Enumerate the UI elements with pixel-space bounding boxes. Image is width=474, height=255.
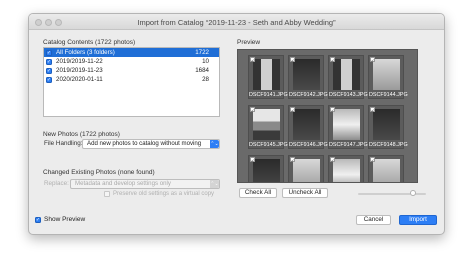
catalog-folder-row[interactable]: ✓ 2019/2019-11-22 10	[44, 57, 219, 66]
folder-checkbox[interactable]: ✓	[46, 49, 52, 56]
photo-thumbnail	[253, 59, 280, 90]
thumbnail-filename: DSCF9146.JPG	[289, 142, 328, 148]
catalog-folder-row[interactable]: ✓ 2019/2019-11-23 1684	[44, 66, 219, 75]
preview-thumbnail-cell[interactable]: ✓ DSCF9144.JPG	[368, 55, 408, 99]
thumbnail-checkbox[interactable]: ✓	[370, 157, 375, 163]
thumbnail-checkbox[interactable]: ✓	[370, 57, 375, 63]
import-button[interactable]: Import	[399, 215, 437, 225]
catalog-contents-heading: Catalog Contents (1722 photos)	[43, 39, 136, 46]
show-preview-option[interactable]: ✓ Show Preview	[35, 216, 85, 223]
folder-count: 1684	[195, 67, 209, 74]
thumbnail-checkbox[interactable]: ✓	[290, 157, 295, 163]
photo-thumbnail	[333, 59, 360, 90]
preview-thumbnail-cell[interactable]: ✓ DSCF9146.JPG	[288, 105, 328, 149]
preview-thumbnail-cell[interactable]: ✓	[368, 155, 404, 182]
changed-photos-heading: Changed Existing Photos (none found)	[43, 169, 155, 176]
preview-thumbnail-cell[interactable]: ✓ DSCF9147.JPG	[328, 105, 368, 149]
folder-count: 1722	[195, 49, 209, 56]
file-handling-value: Add new photos to catalog without moving	[87, 140, 202, 147]
photo-thumbnail	[333, 109, 360, 140]
thumbnail-checkbox[interactable]: ✓	[290, 107, 295, 113]
preview-thumbnail-cell[interactable]: ✓	[248, 155, 284, 182]
photo-thumbnail	[253, 159, 280, 182]
photo-thumbnail	[373, 109, 400, 140]
photo-thumbnail	[373, 159, 400, 182]
preview-thumbnail-cell[interactable]: ✓	[288, 155, 324, 182]
check-all-button[interactable]: Check All	[239, 188, 277, 198]
cancel-button[interactable]: Cancel	[356, 215, 391, 225]
uncheck-all-button[interactable]: Uncheck All	[282, 188, 328, 198]
file-handling-label: File Handling:	[44, 140, 83, 147]
show-preview-label: Show Preview	[44, 216, 86, 223]
replace-value: Metadata and develop settings only	[75, 180, 171, 187]
titlebar: Import from Catalog “2019-11-23 - Seth a…	[29, 14, 444, 30]
thumbnail-size-track[interactable]	[358, 193, 411, 195]
thumbnail-checkbox[interactable]: ✓	[330, 57, 335, 63]
thumbnail-checkbox[interactable]: ✓	[290, 57, 295, 63]
file-handling-select[interactable]: Add new photos to catalog without moving…	[82, 139, 220, 149]
photo-thumbnail	[373, 59, 400, 90]
preview-thumbnail-cell[interactable]: ✓	[328, 155, 364, 182]
preview-thumbnail-cell[interactable]: ✓ DSCF9145.JPG	[248, 105, 288, 149]
thumbnail-checkbox[interactable]: ✓	[250, 157, 255, 163]
folder-checkbox[interactable]: ✓	[46, 67, 52, 74]
import-dialog: Import from Catalog “2019-11-23 - Seth a…	[28, 13, 445, 235]
show-preview-checkbox[interactable]: ✓	[35, 216, 41, 223]
chevron-updown-icon: ⌃⌄	[210, 140, 219, 148]
thumbnail-filename: DSCF9145.JPG	[249, 142, 288, 148]
thumbnail-checkbox[interactable]: ✓	[330, 157, 335, 163]
chevron-updown-icon: ⌃⌄	[210, 180, 219, 188]
folder-checkbox[interactable]: ✓	[46, 76, 52, 83]
catalog-folder-row[interactable]: ✓ All Folders (3 folders) 1722	[44, 48, 219, 57]
thumbnail-filename: DSCF9141.JPG	[249, 92, 288, 98]
thumbnail-checkbox[interactable]: ✓	[370, 107, 375, 113]
catalog-folder-list[interactable]: ✓ All Folders (3 folders) 1722 ✓ 2019/2019-1…	[43, 47, 220, 117]
catalog-folder-row[interactable]: ✓ 2020/2020-01-11 28	[44, 75, 219, 84]
photo-thumbnail	[253, 109, 280, 140]
folder-label: 2019/2019-11-22	[56, 58, 103, 65]
preview-grid[interactable]: ✓ DSCF9141.JPG ✓ DSCF9142.JPG ✓ DSCF9143.JPG ✓…	[237, 49, 418, 183]
replace-select[interactable]: Metadata and develop settings only ⌃⌄	[70, 179, 220, 189]
folder-label: All Folders (3 folders)	[56, 49, 115, 56]
window-title: Import from Catalog “2019-11-23 - Seth a…	[137, 18, 336, 27]
photo-thumbnail	[293, 59, 320, 90]
preview-thumbnail-cell[interactable]: ✓ DSCF9143.JPG	[328, 55, 368, 99]
photo-thumbnail	[293, 159, 320, 182]
thumbnail-filename: DSCF9143.JPG	[329, 92, 368, 98]
new-photos-heading: New Photos (1722 photos)	[43, 131, 120, 138]
preserve-checkbox[interactable]	[104, 191, 110, 197]
preview-thumbnail-cell[interactable]: ✓ DSCF9141.JPG	[248, 55, 288, 99]
thumbnail-filename: DSCF9142.JPG	[289, 92, 328, 98]
thumbnail-size-slider[interactable]	[410, 190, 416, 196]
folder-label: 2020/2020-01-11	[56, 76, 103, 83]
thumbnail-filename: DSCF9148.JPG	[369, 142, 408, 148]
thumbnail-filename: DSCF9147.JPG	[329, 142, 368, 148]
thumbnail-filename: DSCF9144.JPG	[369, 92, 408, 98]
preview-heading: Preview	[237, 39, 261, 46]
preserve-label: Preserve old settings as a virtual copy	[113, 191, 215, 197]
thumbnail-checkbox[interactable]: ✓	[330, 107, 335, 113]
thumbnail-checkbox[interactable]: ✓	[250, 57, 255, 63]
preview-thumbnail-cell[interactable]: ✓ DSCF9142.JPG	[288, 55, 328, 99]
preview-thumbnail-cell[interactable]: ✓ DSCF9148.JPG	[368, 105, 408, 149]
photo-thumbnail	[333, 159, 360, 182]
thumbnail-checkbox[interactable]: ✓	[250, 107, 255, 113]
folder-checkbox[interactable]: ✓	[46, 58, 52, 65]
folder-count: 28	[202, 76, 209, 83]
preserve-virtual-copy-option[interactable]: Preserve old settings as a virtual copy	[104, 191, 214, 197]
folder-count: 10	[202, 58, 209, 65]
folder-label: 2019/2019-11-23	[56, 67, 103, 74]
replace-label: Replace:	[44, 180, 69, 187]
photo-thumbnail	[293, 109, 320, 140]
